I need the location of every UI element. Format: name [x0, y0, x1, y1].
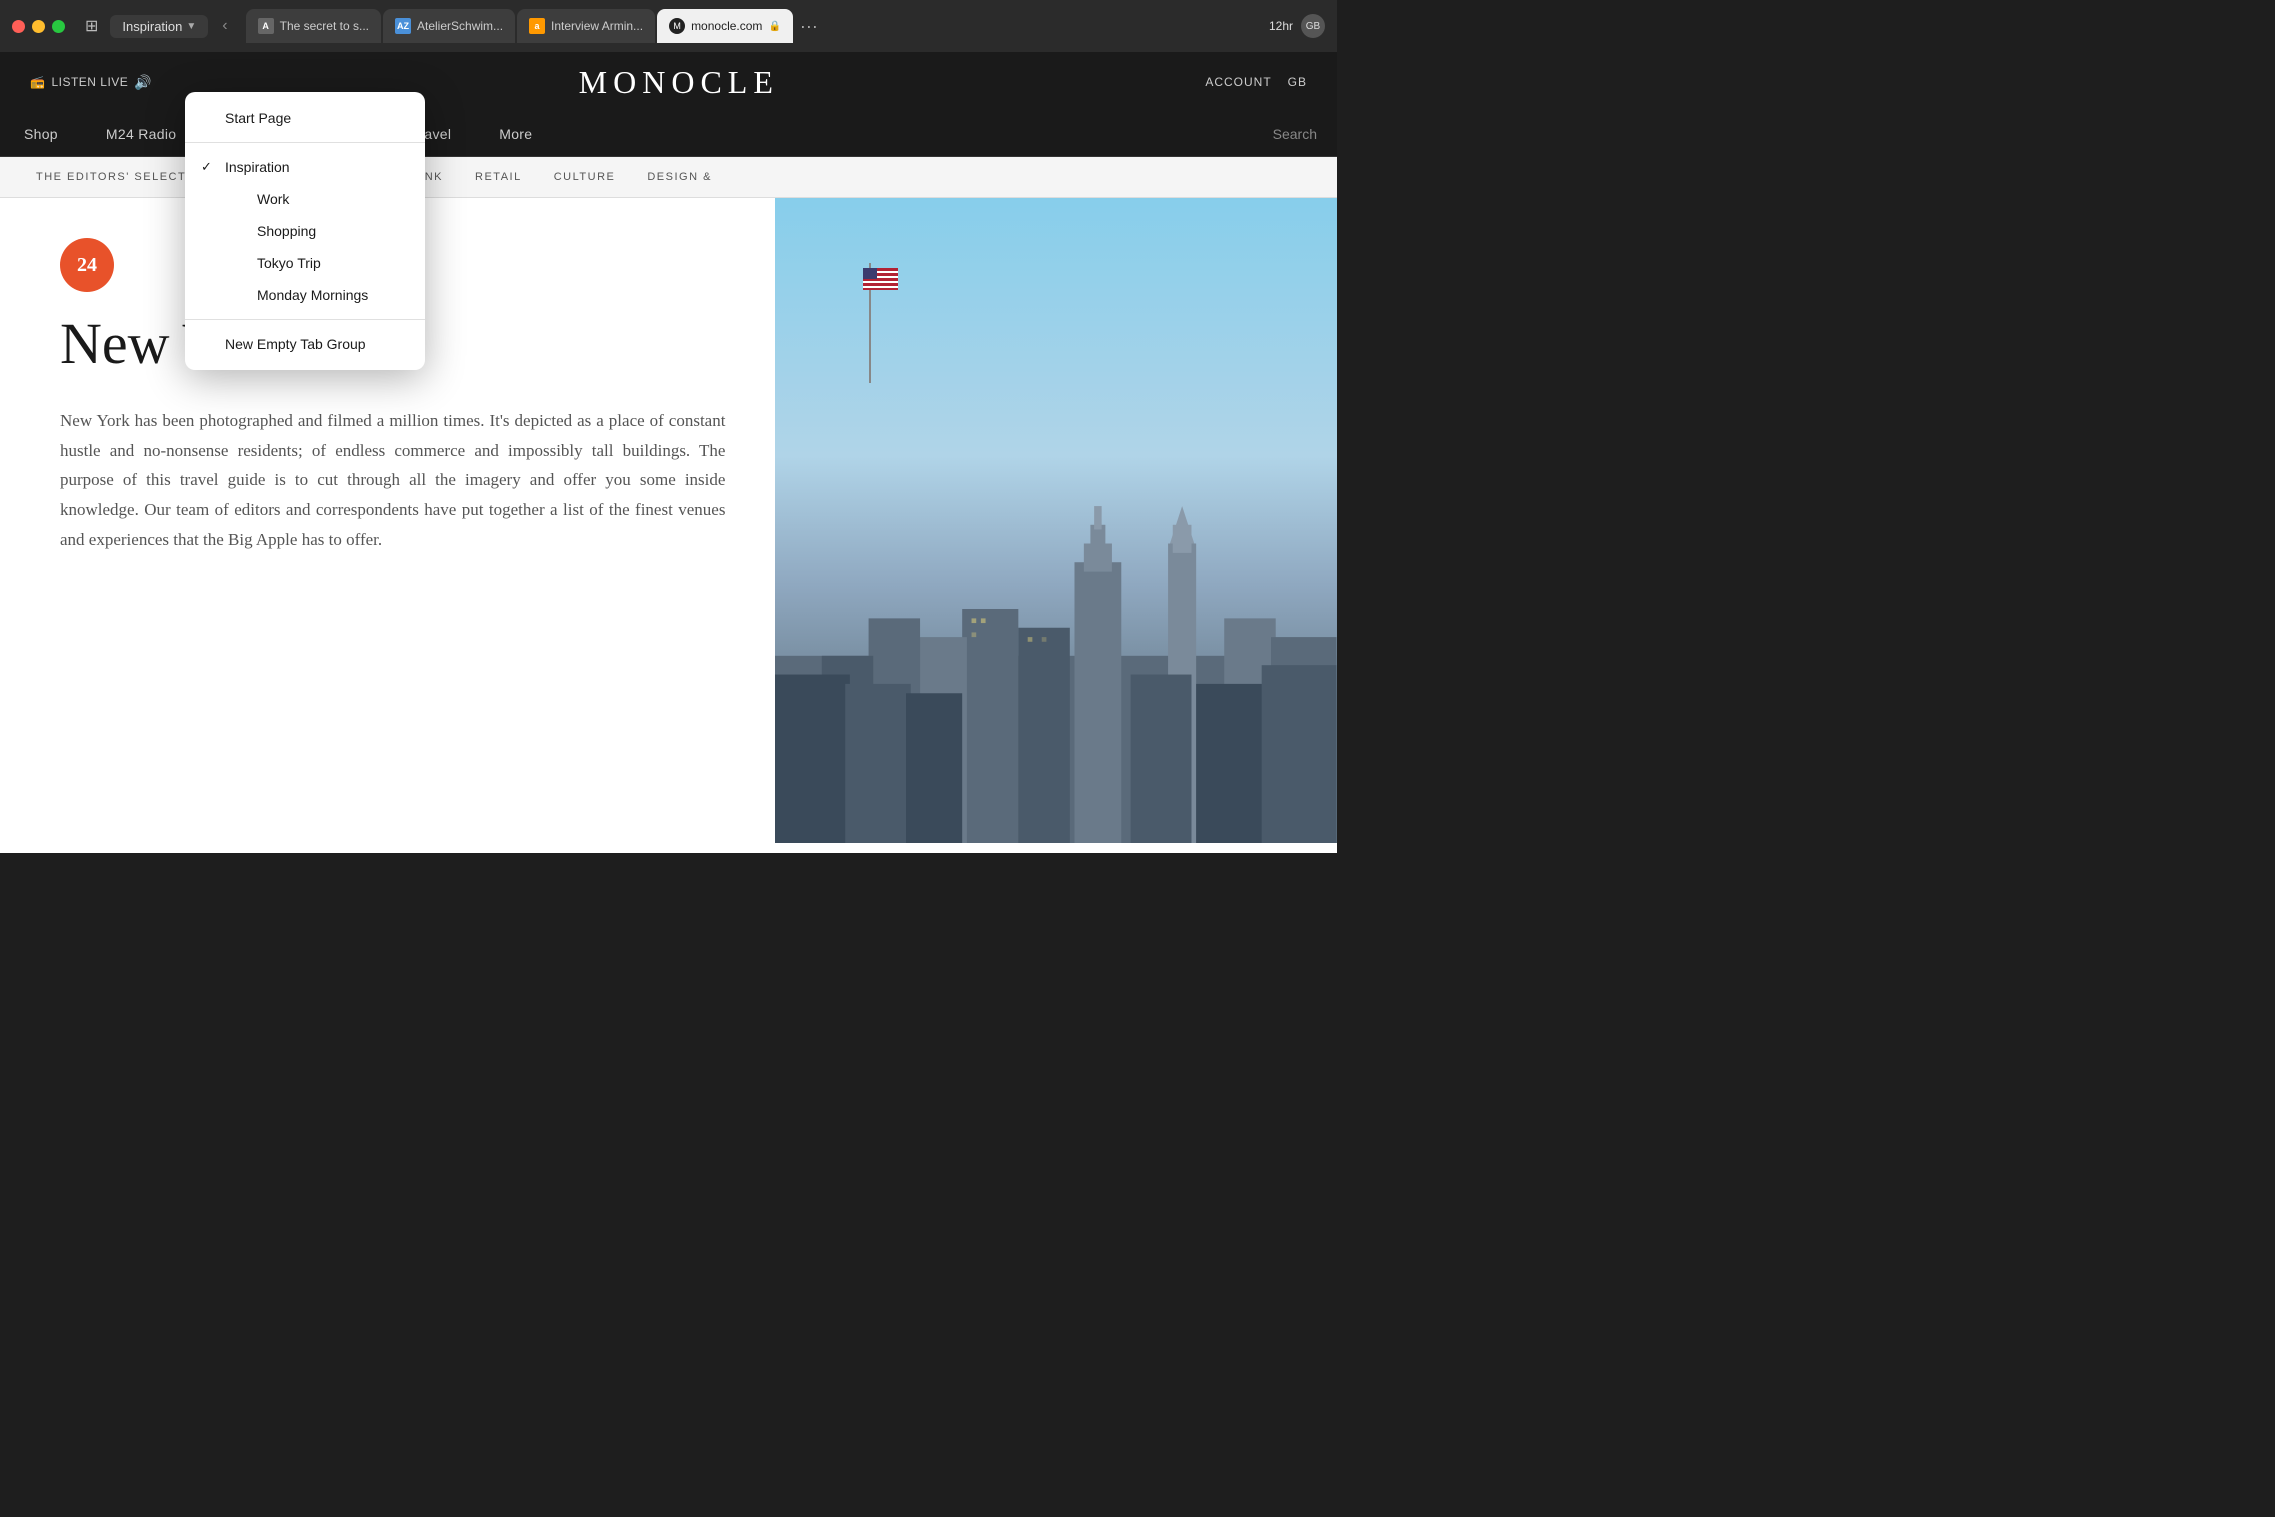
tab-favicon-4: M	[669, 18, 685, 34]
tabs-container: A The secret to s... AZ AtelierSchwim...…	[246, 9, 1253, 43]
dropdown-section-2: ✓ Inspiration Work Shopping Tokyo Trip M…	[185, 147, 425, 315]
subnav-design[interactable]: DESIGN &	[631, 157, 728, 197]
header-right: ACCOUNT GB	[1205, 75, 1307, 89]
tab-label-3: Interview Armin...	[551, 19, 643, 33]
tab-group-button[interactable]: Inspiration ▼	[110, 15, 208, 38]
maximize-button[interactable]	[52, 20, 65, 33]
profile-icon[interactable]: GB	[1301, 14, 1325, 38]
time-display: 12hr	[1269, 19, 1293, 33]
speaker-icon: 🔊	[134, 74, 152, 91]
inspiration-label: Inspiration	[225, 159, 290, 175]
tab-favicon-3: a	[529, 18, 545, 34]
dropdown-divider-1	[185, 142, 425, 143]
dropdown-item-work[interactable]: Work	[185, 183, 425, 215]
chevron-down-icon: ▼	[186, 21, 196, 32]
dropdown-item-shopping[interactable]: Shopping	[185, 215, 425, 247]
dropdown-item-new-tab-group[interactable]: New Empty Tab Group	[185, 328, 425, 360]
shopping-label: Shopping	[257, 223, 316, 239]
account-link[interactable]: ACCOUNT	[1205, 75, 1271, 89]
new-empty-tab-group-label: New Empty Tab Group	[225, 336, 366, 352]
tab-atelier[interactable]: AZ AtelierSchwim...	[383, 9, 515, 43]
nav-more[interactable]: More	[475, 112, 556, 156]
subnav-culture[interactable]: CULTURE	[538, 157, 632, 197]
issue-badge: 24	[60, 238, 114, 292]
nav-m24radio[interactable]: M24 Radio	[82, 112, 200, 156]
subnav-retail[interactable]: RETAIL	[459, 157, 538, 197]
tab-group-label: Inspiration	[122, 19, 182, 34]
tab-label-1: The secret to s...	[280, 19, 369, 33]
tab-label-2: AtelierSchwim...	[417, 19, 503, 33]
article-body: New York has been photographed and filme…	[60, 406, 725, 555]
traffic-lights	[12, 20, 65, 33]
dropdown-item-monday-mornings[interactable]: Monday Mornings	[185, 279, 425, 311]
tab-monocle[interactable]: M monocle.com 🔒	[657, 9, 793, 43]
nav-shop[interactable]: Shop	[0, 112, 82, 156]
listen-live-label: LISTEN LIVE	[51, 75, 128, 89]
dropdown-section-1: Start Page	[185, 98, 425, 138]
title-bar: ⊞ Inspiration ▼ ‹ A The secret to s... A…	[0, 0, 1337, 52]
dropdown-section-3: New Empty Tab Group	[185, 324, 425, 364]
tab-interview[interactable]: a Interview Armin...	[517, 9, 655, 43]
listen-live[interactable]: 📻 LISTEN LIVE 🔊	[30, 74, 152, 91]
dropdown-item-start-page[interactable]: Start Page	[185, 102, 425, 134]
start-page-label: Start Page	[225, 110, 291, 126]
tokyo-trip-label: Tokyo Trip	[257, 255, 321, 271]
close-button[interactable]	[12, 20, 25, 33]
article-image	[775, 198, 1337, 843]
dropdown-item-tokyo-trip[interactable]: Tokyo Trip	[185, 247, 425, 279]
tab-secret[interactable]: A The secret to s...	[246, 9, 381, 43]
dropdown-divider-2	[185, 319, 425, 320]
buildings-svg	[775, 198, 1337, 843]
tab-label-4: monocle.com	[691, 19, 762, 33]
more-tabs-button[interactable]: ···	[795, 12, 823, 40]
back-button[interactable]: ‹	[216, 13, 233, 39]
lock-icon: 🔒	[768, 21, 780, 32]
radio-icon: 📻	[30, 75, 45, 89]
checkmark-icon: ✓	[201, 159, 217, 175]
dropdown-item-inspiration[interactable]: ✓ Inspiration	[185, 151, 425, 183]
region-selector[interactable]: GB	[1288, 75, 1307, 89]
sidebar-toggle-button[interactable]: ⊞	[81, 14, 102, 38]
ny-skyline-image	[775, 198, 1337, 843]
monday-mornings-label: Monday Mornings	[257, 287, 368, 303]
tab-group-dropdown: Start Page ✓ Inspiration Work Shopping T…	[185, 92, 425, 370]
minimize-button[interactable]	[32, 20, 45, 33]
nav-search[interactable]: Search	[1253, 112, 1337, 156]
tab-favicon-2: AZ	[395, 18, 411, 34]
tab-favicon-1: A	[258, 18, 274, 34]
work-label: Work	[257, 191, 289, 207]
